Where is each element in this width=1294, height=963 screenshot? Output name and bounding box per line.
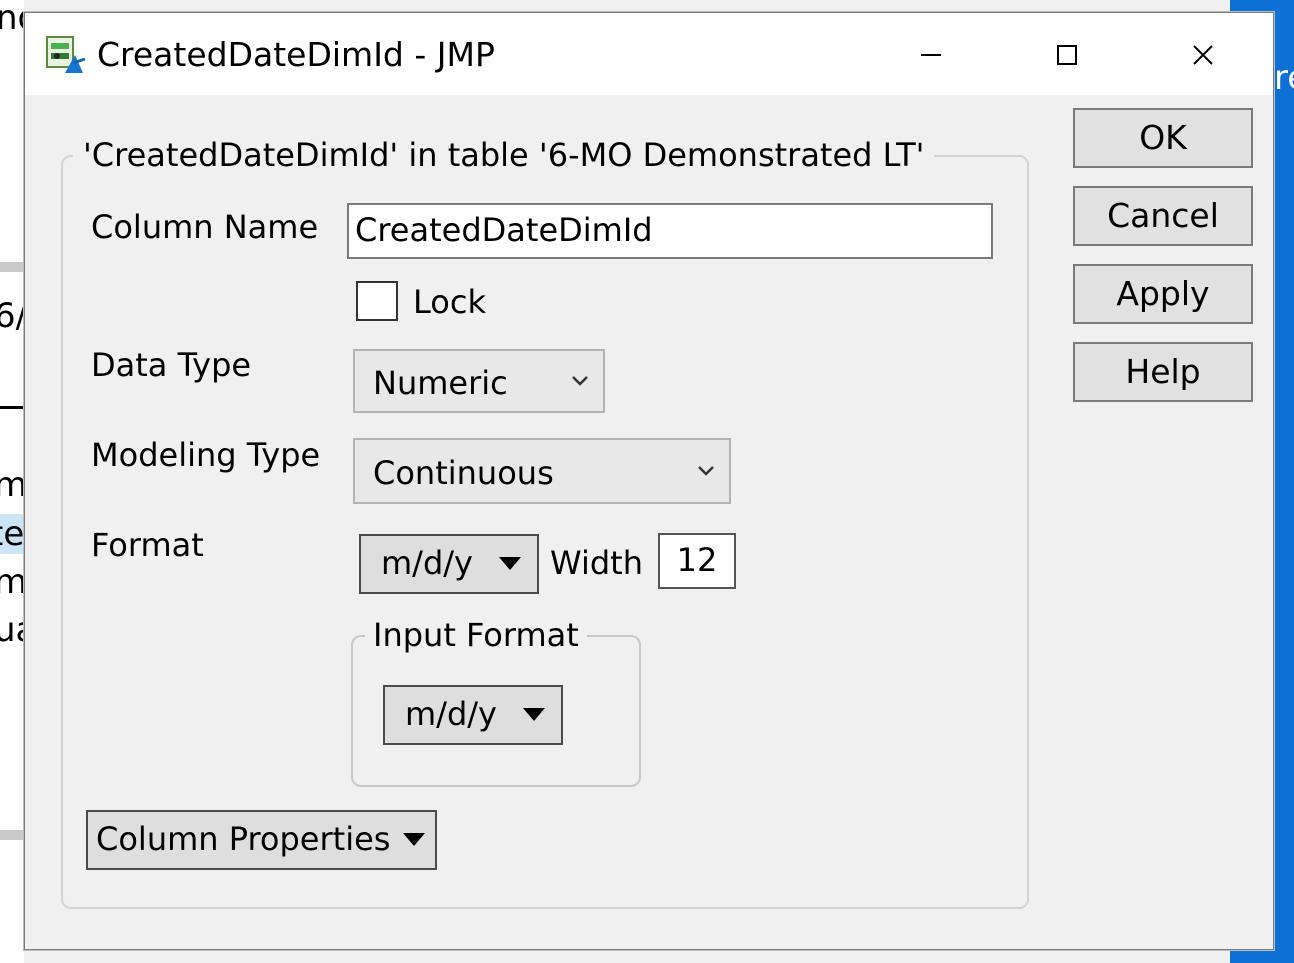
input-format-menu-button[interactable]: m/d/y <box>383 685 563 745</box>
modeling-type-select[interactable]: Continuous <box>353 438 731 504</box>
input-format-label: Input Format <box>365 613 587 657</box>
width-label: Width <box>550 544 643 582</box>
close-icon <box>1193 45 1213 65</box>
format-menu-button[interactable]: m/d/y <box>359 534 539 594</box>
modeling-type-label: Modeling Type <box>91 436 321 474</box>
title-bar[interactable]: CreatedDateDimId - JMP <box>25 13 1273 95</box>
background-text-fragment: m <box>0 562 24 602</box>
format-value: m/d/y <box>381 544 473 582</box>
cancel-button[interactable]: Cancel <box>1073 186 1253 246</box>
window-title: CreatedDateDimId - JMP <box>97 35 495 74</box>
triangle-down-icon <box>523 708 545 721</box>
column-group-box <box>61 155 1029 909</box>
background-text-fragment: ua <box>0 610 24 650</box>
background-text-fragment: no <box>0 0 24 38</box>
background-text-fragment: me <box>0 465 24 505</box>
column-properties-label: Column Properties <box>96 820 391 858</box>
lock-label: Lock <box>413 283 486 321</box>
chevron-down-icon <box>697 440 715 502</box>
column-properties-menu-button[interactable]: Column Properties <box>86 810 437 870</box>
close-button[interactable] <box>1173 27 1233 83</box>
background-divider <box>0 406 24 409</box>
maximize-button[interactable] <box>1037 27 1097 83</box>
background-divider <box>0 830 24 840</box>
triangle-down-icon <box>403 833 425 846</box>
input-format-value: m/d/y <box>405 695 497 733</box>
format-label: Format <box>91 526 204 564</box>
maximize-icon <box>1057 45 1077 65</box>
column-name-input[interactable]: CreatedDateDimId <box>347 203 993 259</box>
minimize-button[interactable] <box>901 27 961 83</box>
width-input[interactable]: 12 <box>658 533 736 589</box>
lock-checkbox[interactable] <box>356 281 398 321</box>
column-info-dialog: CreatedDateDimId - JMP 'CreatedDateDimId… <box>24 12 1274 950</box>
group-title: 'CreatedDateDimId' in table '6-MO Demons… <box>73 133 935 177</box>
background-text-fragment: 6/1 <box>0 296 24 336</box>
data-type-select[interactable]: Numeric <box>353 349 605 413</box>
apply-button[interactable]: Apply <box>1073 264 1253 324</box>
data-type-label: Data Type <box>91 346 252 384</box>
minimize-icon <box>921 54 941 56</box>
column-name-label: Column Name <box>91 208 319 246</box>
help-button[interactable]: Help <box>1073 342 1253 402</box>
jmp-column-icon <box>46 36 86 73</box>
triangle-down-icon <box>499 557 521 570</box>
modeling-type-value: Continuous <box>373 454 554 492</box>
background-text-fragment: re <box>1274 58 1294 98</box>
ok-button[interactable]: OK <box>1073 108 1253 168</box>
chevron-down-icon <box>571 351 589 411</box>
data-type-value: Numeric <box>373 364 508 402</box>
background-divider <box>0 262 24 272</box>
background-text-fragment: te <box>0 514 24 554</box>
